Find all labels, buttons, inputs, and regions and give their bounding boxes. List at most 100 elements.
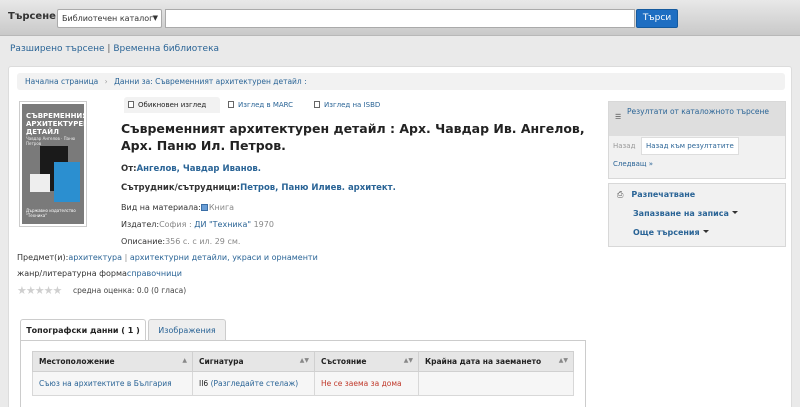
next-link[interactable]: Следващ » xyxy=(613,160,653,168)
caret-down-icon xyxy=(702,230,709,233)
genre-label: жанр/литературна форма xyxy=(17,269,127,278)
callnumber-cell: II6 (Разгледайте стелаж) xyxy=(192,371,315,396)
search-button[interactable]: Търси xyxy=(636,9,678,28)
subjects-label: Предмет(и): xyxy=(17,253,69,262)
breadcrumb-home[interactable]: Начална страница xyxy=(25,77,98,86)
search-scope-value: Библиотечен каталог xyxy=(62,14,154,23)
book-cover-image[interactable]: СЪВРЕМЕННИЯТ АРХИТЕКТУРЕН ДЕТАЙЛ Чавдар … xyxy=(19,101,87,227)
tab-isbd-view[interactable]: Изглед на ISBD xyxy=(310,97,394,113)
sort-icon: ▲▼ xyxy=(299,357,309,364)
cover-authors: Чавдар Ангелов · Паню Петров xyxy=(26,136,76,146)
col-status-label: Състояние xyxy=(321,357,367,366)
tab-holdings[interactable]: Топографски данни ( 1 ) xyxy=(20,319,146,341)
publisher-link[interactable]: ДИ "Техника" xyxy=(194,220,251,229)
prev-link: Назад xyxy=(613,142,636,150)
browse-shelf-link[interactable]: (Разгледайте стелаж) xyxy=(211,379,299,388)
location-cell: Съюз на архитектите в България xyxy=(32,371,193,396)
search-input[interactable] xyxy=(165,9,635,28)
genre-link[interactable]: справочници xyxy=(127,269,182,278)
breadcrumb-current[interactable]: Данни за: Съвременният архитектурен дета… xyxy=(114,77,307,86)
col-location[interactable]: Местоположение ▲ xyxy=(32,351,193,372)
holdings-tabs: Топографски данни ( 1 ) Изображения xyxy=(20,319,584,341)
main-content: Начална страница › Данни за: Съвременния… xyxy=(8,66,792,407)
results-header: ☰ Резултати от каталожното търсене xyxy=(609,102,785,136)
book-icon xyxy=(200,204,208,211)
tab-isbd-label: Изглед на ISBD xyxy=(324,101,381,109)
results-title-link[interactable]: Резултати от каталожното търсене xyxy=(627,107,769,116)
rating-stars[interactable]: ★★★★★ xyxy=(17,284,62,297)
sort-asc-icon: ▲ xyxy=(182,357,187,364)
table-row: Съюз на архитектите в България II6 (Разг… xyxy=(32,371,574,396)
results-nav: Назад Назад към резултатите xyxy=(609,136,785,156)
record-actions: ⎙ Разпечатване Запазване на записа Още тъ… xyxy=(608,183,786,247)
description-row: Описание:356 с. с ил. 29 см. xyxy=(121,237,240,246)
chevron-down-icon: ▼ xyxy=(152,14,158,22)
due-date-cell xyxy=(418,371,574,396)
search-scope-select[interactable]: Библиотечен каталог ▼ xyxy=(57,9,162,28)
caret-down-icon xyxy=(731,211,738,214)
col-location-label: Местоположение xyxy=(39,357,115,366)
tab-images[interactable]: Изображения xyxy=(148,319,226,341)
record-title: Съвременният архитектурен детайл : Арх. … xyxy=(121,121,585,153)
book-icon xyxy=(314,101,320,108)
printer-icon: ⎙ xyxy=(617,190,624,199)
material-label: Вид на материала: xyxy=(121,203,201,212)
document-icon xyxy=(128,101,134,108)
rating-text: средна оценка: 0.0 (0 гласа) xyxy=(73,286,187,295)
col-callnumber[interactable]: Сигнатура ▲▼ xyxy=(192,351,315,372)
col-status[interactable]: Състояние ▲▼ xyxy=(314,351,419,372)
search-label: Търсене xyxy=(8,11,56,22)
col-due-date[interactable]: Крайна дата на заемането ▲▼ xyxy=(418,351,574,372)
publisher-label: Издател: xyxy=(121,220,160,229)
top-search-bar: Търсене Библиотечен каталог ▼ Търси xyxy=(0,0,800,36)
sort-icon: ▲▼ xyxy=(403,357,413,364)
contributor-link[interactable]: Петров, Паню Илиев. архитект. xyxy=(240,183,396,193)
contributors-label: Сътрудник/сътрудници: xyxy=(121,183,241,193)
publisher-row: Издател:София : ДИ "Техника" 1970 xyxy=(121,220,274,229)
subject-separator: | xyxy=(124,253,128,262)
list-icon: ☰ xyxy=(615,113,622,121)
tab-normal-view[interactable]: Обикновен изглед xyxy=(124,97,220,113)
cover-title: СЪВРЕМЕННИЯТ АРХИТЕКТУРЕН ДЕТАЙЛ xyxy=(26,112,84,136)
tab-marc-label: Изглед в MARC xyxy=(238,101,294,109)
more-searches-action[interactable]: Още търсения xyxy=(633,228,709,237)
print-label: Разпечатване xyxy=(631,190,696,199)
back-to-results-link[interactable]: Назад към резултатите xyxy=(641,137,739,155)
breadcrumb: Начална страница › Данни за: Съвременния… xyxy=(17,73,785,90)
tab-normal-label: Обикновен изглед xyxy=(138,101,207,109)
status-value: Не се заема за дома xyxy=(321,379,402,388)
search-results-nav: ☰ Резултати от каталожното търсене Назад… xyxy=(608,101,786,179)
cover-art: СЪВРЕМЕННИЯТ АРХИТЕКТУРЕН ДЕТАЙЛ Чавдар … xyxy=(22,104,84,224)
save-record-action[interactable]: Запазване на записа xyxy=(633,209,738,218)
print-action[interactable]: ⎙ Разпечатване xyxy=(617,190,695,200)
genre-row: жанр/литературна формасправочници xyxy=(17,269,182,278)
contributors-row: Сътрудник/сътрудници:Петров, Паню Илиев.… xyxy=(121,183,396,193)
material-value: Книга xyxy=(208,203,235,212)
material-row: Вид на материала: Книга xyxy=(121,203,234,212)
publisher-place: София : xyxy=(159,220,192,229)
col-due-date-label: Крайна дата на заемането xyxy=(425,357,542,366)
more-search-label: Още търсения xyxy=(633,228,700,237)
save-label: Запазване на записа xyxy=(633,209,729,218)
subjects-row: Предмет(и):архитектура | архитектурни де… xyxy=(17,253,318,262)
sub-links: Разширено търсене | Временна библиотека xyxy=(10,44,219,54)
holdings-panel: Местоположение ▲ Сигнатура ▲▼ Състояние ▲▼ … xyxy=(20,340,586,407)
author-row: От:Ангелов, Чавдар Иванов. xyxy=(121,164,261,174)
breadcrumb-separator: › xyxy=(104,77,108,86)
subject-link-2[interactable]: архитектурни детайли, украси и орнаменти xyxy=(130,253,318,262)
description-value: 356 с. с ил. 29 см. xyxy=(165,237,241,246)
author-link[interactable]: Ангелов, Чавдар Иванов. xyxy=(137,164,261,174)
temp-library-link[interactable]: Временна библиотека xyxy=(113,44,219,54)
callnumber-value: II6 xyxy=(199,379,209,388)
cover-publisher: Държавно издателство "Техника" xyxy=(26,208,76,218)
advanced-search-link[interactable]: Разширено търсене xyxy=(10,44,105,54)
location-link[interactable]: Съюз на архитектите в България xyxy=(39,379,172,388)
tab-marc-view[interactable]: Изглед в MARC xyxy=(224,97,306,113)
subject-link-1[interactable]: архитектура xyxy=(68,253,122,262)
separator: | xyxy=(107,44,111,54)
author-label: От: xyxy=(121,164,137,174)
status-cell: Не се заема за дома xyxy=(314,371,419,396)
description-label: Описание: xyxy=(121,237,166,246)
publisher-year: 1970 xyxy=(253,220,274,229)
cover-shape-white xyxy=(30,174,50,192)
